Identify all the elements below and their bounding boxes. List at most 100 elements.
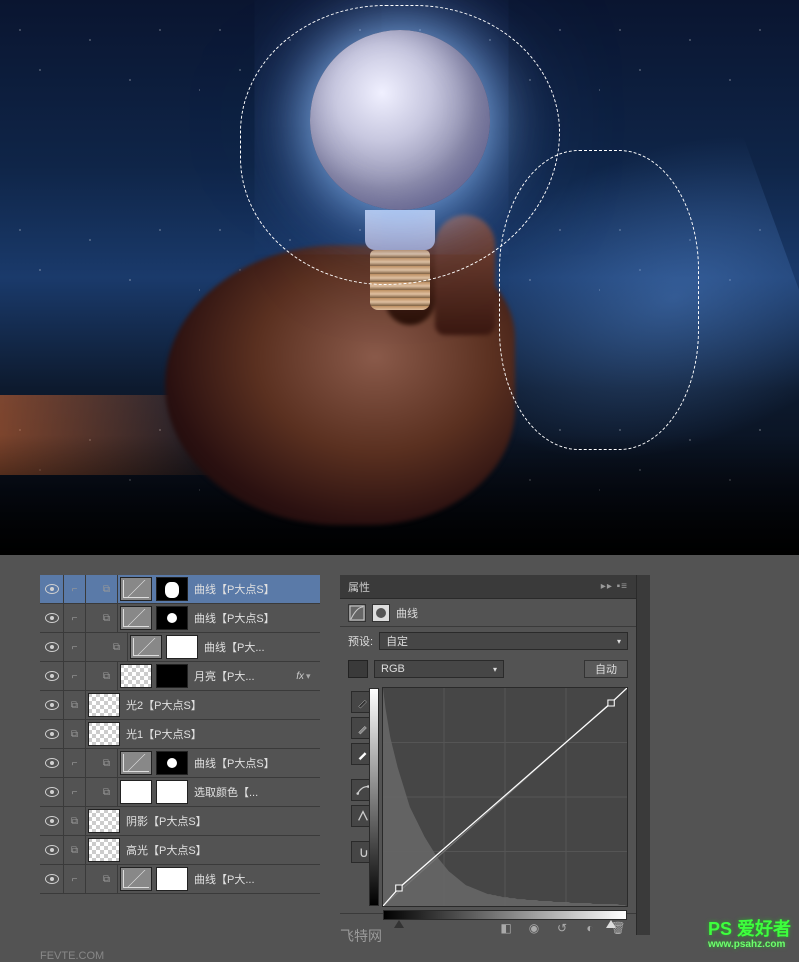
clip-indicator: ⌐ — [64, 633, 86, 661]
visibility-toggle[interactable] — [40, 865, 64, 893]
layer-thumbnail[interactable] — [120, 751, 152, 775]
black-point-slider[interactable] — [394, 920, 404, 928]
clip-indicator: ⌐ — [64, 778, 86, 806]
curves-graph[interactable] — [382, 687, 628, 907]
visibility-toggle[interactable] — [40, 691, 64, 719]
watermark-right: PS 爱好者 www.psahz.com — [708, 915, 791, 950]
clip-indicator: ⌐ — [64, 662, 86, 690]
visibility-toggle[interactable] — [40, 662, 64, 690]
layer-thumbnail[interactable] — [88, 693, 120, 717]
layer-name: 曲线【P大点S】 — [190, 581, 320, 597]
link-icon: ⧉ — [96, 749, 118, 777]
link-icon: ⧉ — [64, 807, 86, 835]
layer-name: 月亮【P大... — [190, 668, 296, 684]
clip-indicator: ⌐ — [64, 575, 86, 603]
layer-thumbnail[interactable] — [120, 577, 152, 601]
link-icon: ⧉ — [96, 662, 118, 690]
layer-row[interactable]: ⌐ ⧉ 月亮【P大...fx▾ — [40, 662, 320, 691]
layer-thumbnail[interactable] — [166, 635, 198, 659]
visibility-toggle[interactable] — [40, 836, 64, 864]
view-previous-icon[interactable]: ◉ — [524, 918, 544, 938]
curves-adjustment-icon — [348, 604, 366, 622]
visibility-toggle[interactable] — [40, 720, 64, 748]
link-icon: ⧉ — [96, 604, 118, 632]
layer-thumbnail[interactable] — [156, 751, 188, 775]
preset-row: 预设: 自定 ▾ — [340, 627, 636, 655]
fx-badge[interactable]: fx — [296, 671, 304, 682]
target-adjustment-icon[interactable] — [348, 660, 368, 678]
chevron-down-icon: ▾ — [617, 637, 621, 646]
watermark-center: 飞特网 — [340, 926, 382, 946]
panel-title: 属性 — [348, 579, 370, 595]
auto-button[interactable]: 自动 — [584, 660, 628, 678]
properties-panel-header: 属性 ▸▸ ▪≡ — [340, 575, 636, 599]
preset-dropdown[interactable]: 自定 ▾ — [379, 632, 628, 650]
clip-to-layer-icon[interactable]: ◧ — [496, 918, 516, 938]
layer-row[interactable]: ⧉ 光1【P大点S】 — [40, 720, 320, 749]
layer-name: 曲线【P大点S】 — [190, 610, 320, 626]
clip-indicator: ⌐ — [64, 749, 86, 777]
layer-row[interactable]: ⌐ ⧉ 曲线【P大点S】 — [40, 749, 320, 778]
properties-panel[interactable]: 属性 ▸▸ ▪≡ 曲线 预设: 自定 ▾ RGB ▾ 自动 — [340, 575, 650, 935]
adjustment-type-row: 曲线 — [340, 599, 636, 627]
layer-name: 曲线【P大... — [200, 639, 320, 655]
layer-thumbnail[interactable] — [120, 780, 152, 804]
layer-thumbnail[interactable] — [156, 780, 188, 804]
adjustment-name: 曲线 — [396, 605, 418, 621]
layer-thumbnail[interactable] — [156, 867, 188, 891]
watermark-bottom-left: FEVTE.COM — [40, 950, 104, 962]
layer-thumbnail[interactable] — [88, 838, 120, 862]
layer-thumbnail[interactable] — [120, 867, 152, 891]
chevron-down-icon[interactable]: ▾ — [306, 671, 320, 682]
layer-name: 曲线【P大点S】 — [190, 755, 320, 771]
visibility-toggle[interactable] — [40, 749, 64, 777]
document-canvas[interactable] — [0, 0, 799, 555]
link-icon: ⧉ — [64, 720, 86, 748]
link-icon: ⧉ — [106, 633, 128, 661]
layer-name: 高光【P大点S】 — [122, 842, 320, 858]
chevron-down-icon: ▾ — [493, 665, 497, 674]
layer-row[interactable]: ⌐ ⧉ 曲线【P大点S】 — [40, 604, 320, 633]
channel-row: RGB ▾ 自动 — [340, 655, 636, 683]
layer-row[interactable]: ⧉阴影【P大点S】 — [40, 807, 320, 836]
layer-thumbnail[interactable] — [156, 664, 188, 688]
layer-row[interactable]: ⧉ 高光【P大点S】 — [40, 836, 320, 865]
reset-icon[interactable]: ↺ — [552, 918, 572, 938]
link-icon: ⧉ — [96, 778, 118, 806]
visibility-toggle[interactable] — [40, 807, 64, 835]
layer-name: 选取颜色【... — [190, 784, 320, 800]
channel-dropdown[interactable]: RGB ▾ — [374, 660, 504, 678]
visibility-toggle[interactable] — [40, 633, 64, 661]
link-icon: ⧉ — [64, 836, 86, 864]
layer-row[interactable]: ⌐ ⧉ 曲线【P大... — [40, 633, 320, 662]
layer-row[interactable]: ⌐ ⧉ 曲线【P大点S】 — [40, 575, 320, 604]
layer-name: 曲线【P大... — [190, 871, 320, 887]
layer-thumbnail[interactable] — [156, 577, 188, 601]
layer-thumbnail[interactable] — [156, 606, 188, 630]
layer-row[interactable]: ⧉ 光2【P大点S】 — [40, 691, 320, 720]
clip-indicator: ⌐ — [64, 604, 86, 632]
layer-row[interactable]: ⌐ ⧉ 曲线【P大... — [40, 865, 320, 894]
mask-icon — [372, 604, 390, 622]
visibility-toggle[interactable] — [40, 604, 64, 632]
clip-indicator: ⌐ — [64, 865, 86, 893]
white-point-slider[interactable] — [606, 920, 616, 928]
layer-row[interactable]: ⌐ ⧉ 选取颜色【... — [40, 778, 320, 807]
scrollbar[interactable] — [636, 575, 650, 935]
lightbulb — [310, 30, 490, 310]
layer-thumbnail[interactable] — [120, 606, 152, 630]
layers-panel[interactable]: ⌐⧉曲线【P大点S】⌐⧉曲线【P大点S】⌐⧉曲线【P大...⌐⧉月亮【P大...… — [40, 575, 320, 935]
layer-thumbnail[interactable] — [120, 664, 152, 688]
link-icon: ⧉ — [64, 691, 86, 719]
layer-name: 光2【P大点S】 — [122, 697, 320, 713]
panel-menu-icon[interactable]: ▸▸ ▪≡ — [601, 581, 628, 592]
link-icon: ⧉ — [96, 865, 118, 893]
visibility-toggle[interactable] — [40, 778, 64, 806]
layer-thumbnail[interactable] — [88, 722, 120, 746]
layer-thumbnail[interactable] — [130, 635, 162, 659]
layer-thumbnail[interactable] — [88, 809, 120, 833]
link-icon: ⧉ — [96, 575, 118, 603]
layer-name: 光1【P大点S】 — [122, 726, 320, 742]
visibility-toggle[interactable] — [40, 575, 64, 603]
toggle-visibility-icon[interactable]: ◐ — [580, 918, 600, 938]
